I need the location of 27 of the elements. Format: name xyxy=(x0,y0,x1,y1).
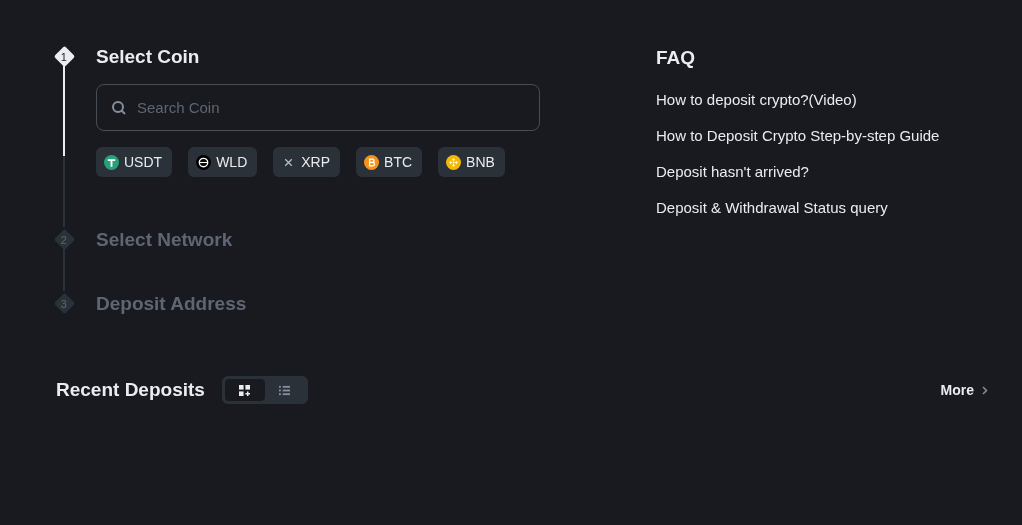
faq-title: FAQ xyxy=(656,47,697,69)
bnb-coin-icon xyxy=(446,154,462,170)
grid-view-button[interactable] xyxy=(224,379,265,401)
coin-chip[interactable]: USDT xyxy=(96,147,173,177)
coin-chip[interactable]: WLD xyxy=(188,147,258,177)
section-title: Recent Deposits xyxy=(56,379,205,401)
coin-chip[interactable]: BTC xyxy=(356,147,423,177)
faq-link[interactable]: Deposit hasn't arrived? xyxy=(656,163,940,180)
step-number: 1 xyxy=(53,45,75,68)
grid-icon xyxy=(239,384,251,396)
step-title: Deposit Address xyxy=(96,292,248,316)
chevron-right-icon xyxy=(982,385,988,395)
faq-link[interactable]: How to deposit crypto?(Video) xyxy=(656,91,940,108)
search-icon xyxy=(111,100,127,116)
faq-link[interactable]: Deposit & Withdrawal Status query xyxy=(656,199,940,216)
tether-coin-icon xyxy=(104,154,119,170)
coin-chip[interactable]: BNB xyxy=(438,147,505,177)
step-number: 3 xyxy=(53,292,75,315)
step-title: Select Network xyxy=(96,228,234,252)
faq-link[interactable]: How to Deposit Crypto Step-by-step Guide xyxy=(656,127,940,144)
more-link[interactable]: More xyxy=(940,382,988,398)
worldcoin-icon xyxy=(196,154,212,170)
coin-chip[interactable]: XRP xyxy=(273,147,341,177)
search-field[interactable]: Search Coin xyxy=(96,84,540,131)
bitcoin-icon xyxy=(364,154,380,170)
step-title: Select Coin xyxy=(96,45,201,69)
list-icon xyxy=(279,384,291,396)
